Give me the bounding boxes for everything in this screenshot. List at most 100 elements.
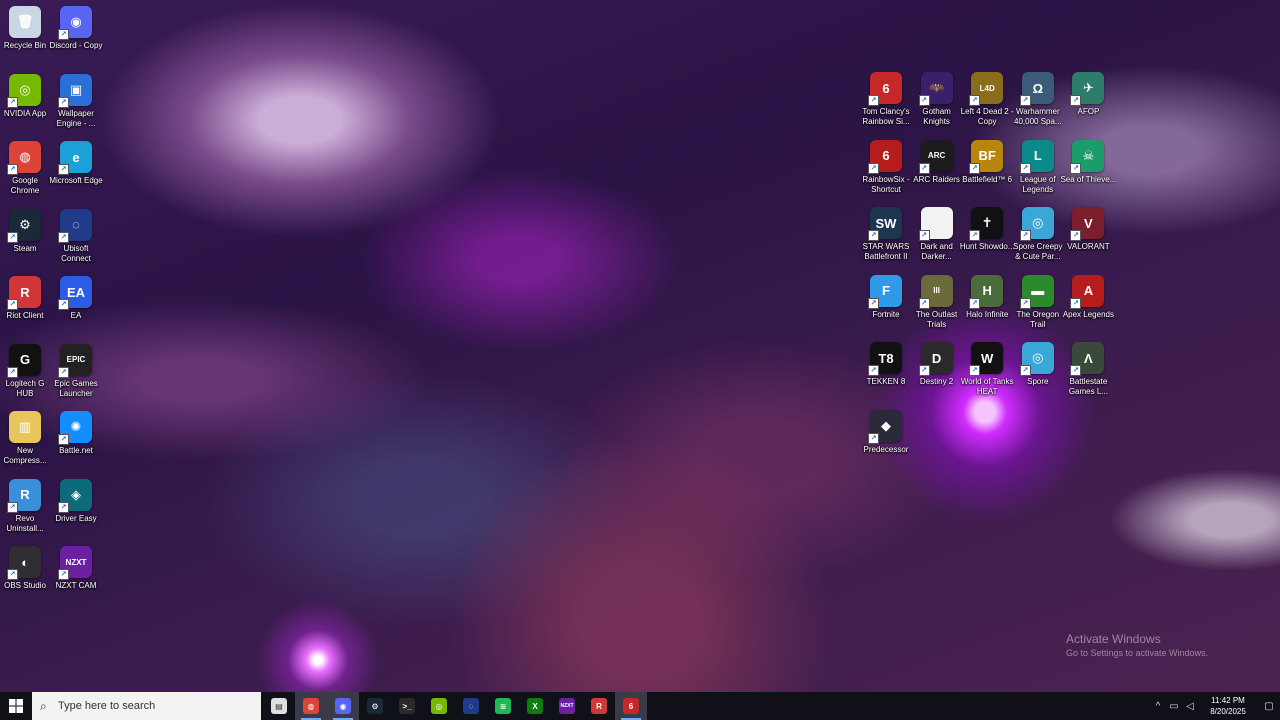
desktop-icon[interactable]: ◐ ↗ OBS Studio bbox=[0, 542, 50, 606]
desktop-icon[interactable]: EPIC ↗ Epic Games Launcher bbox=[51, 340, 101, 404]
taskbar-steam[interactable]: ⚙ bbox=[359, 692, 391, 720]
taskbar: ⌕ Type here to search ▤ ◍ ◉ ⚙ >_ ◎ ◌ ≋ X NZXT R 6 ^… bbox=[0, 692, 1280, 720]
desktop-icon[interactable]: ◉ ↗ Discord - Copy bbox=[49, 2, 103, 66]
desktop-icon[interactable]: 6 ↗ Tom Clancy's Rainbow Si... bbox=[861, 68, 911, 132]
afop-icon: ✈ ↗ bbox=[1070, 72, 1105, 106]
logitech-icon: G ↗ bbox=[7, 343, 41, 378]
taskbar-search-box[interactable]: ⌕ Type here to search bbox=[32, 692, 261, 720]
taskbar-nzxt[interactable]: NZXT bbox=[551, 692, 583, 720]
taskbar-spotify[interactable]: ≋ bbox=[487, 692, 519, 720]
icon-glyph: ▥ bbox=[18, 419, 32, 434]
desktop-icon[interactable]: V ↗ VALORANT bbox=[1063, 203, 1113, 267]
obs-icon: ◐ ↗ bbox=[7, 546, 41, 580]
shortcut-arrow-icon: ↗ bbox=[7, 164, 18, 175]
desktop-icon-label: AFOP bbox=[1077, 107, 1100, 116]
desktop-icon-label: Logitech G HUB bbox=[5, 378, 45, 398]
desktop-icon[interactable]: D ↗ Destiny 2 bbox=[912, 338, 962, 402]
desktop-icon-label: Wallpaper Engine - ... bbox=[56, 108, 96, 128]
desktop-icon[interactable]: ▥ New Compress... bbox=[0, 407, 50, 471]
taskbar-nvidia[interactable]: ◎ bbox=[423, 692, 455, 720]
desktop-icon[interactable]: Ω ↗ Warhammer 40,000 Spa... bbox=[1013, 68, 1063, 132]
icon-glyph: ◎ bbox=[19, 81, 31, 97]
desktop-icon[interactable]: ◎ ↗ Spore Creepy & Cute Par... bbox=[1013, 203, 1063, 267]
start-button[interactable] bbox=[0, 692, 32, 720]
desktop-icon[interactable]: ◎ ↗ Spore bbox=[1013, 338, 1063, 402]
desktop-icon[interactable]: 6 ↗ RainbowSix - Shortcut bbox=[861, 136, 911, 200]
desktop-icon-label: Predecessor bbox=[863, 444, 909, 454]
desktop-icon[interactable]: ◈ ↗ Driver Easy bbox=[51, 475, 101, 539]
sea-of-thieves-icon: ☠ ↗ bbox=[1070, 139, 1105, 174]
desktop-icon[interactable]: G ↗ Logitech G HUB bbox=[0, 340, 50, 404]
desktop-icon[interactable]: NZXT ↗ NZXT CAM bbox=[51, 542, 101, 606]
desktop-icon-label: Battlefield™ 6 bbox=[962, 174, 1013, 184]
taskbar-discord[interactable]: ◉ bbox=[327, 692, 359, 720]
shortcut-arrow-icon: ↗ bbox=[969, 95, 981, 106]
desktop-icon[interactable]: III ↗ The Outlast Trials bbox=[912, 271, 962, 335]
desktop-icon[interactable]: 🗑 Recycle Bin bbox=[0, 2, 50, 66]
desktop-icon[interactable]: ◆ ↗ Predecessor bbox=[861, 406, 911, 470]
desktop-icon[interactable]: L4D ↗ Left 4 Dead 2 - Copy bbox=[961, 68, 1014, 132]
desktop-icon[interactable]: ◎ ↗ NVIDIA App bbox=[0, 70, 50, 134]
desktop-icon-label: Riot Client bbox=[6, 311, 44, 320]
desktop-icon[interactable]: ▣ ↗ Wallpaper Engine - ... bbox=[51, 70, 101, 134]
desktop-icon-label: Discord - Copy bbox=[49, 41, 103, 50]
desktop-icon[interactable]: ✝ ↗ Hunt Showdo... bbox=[960, 203, 1015, 267]
desktop-icon-label: League of Legends bbox=[1020, 174, 1056, 194]
chevron-up-icon[interactable]: ^ bbox=[1150, 701, 1166, 712]
taskbar-riot[interactable]: R bbox=[583, 692, 615, 720]
taskbar-rainbow-six[interactable]: 6 bbox=[615, 692, 647, 720]
network-icon[interactable]: ▭ bbox=[1166, 701, 1182, 712]
shortcut-arrow-icon: ↗ bbox=[918, 297, 930, 309]
valorant-icon: V ↗ bbox=[1070, 207, 1105, 241]
desktop-icon[interactable]: ☠ ↗ Sea of Thieve... bbox=[1060, 136, 1116, 200]
desktop-icon[interactable]: ✺ ↗ Battle.net bbox=[51, 407, 101, 471]
world-of-tanks-icon: W ↗ bbox=[969, 342, 1004, 376]
taskbar-task-view[interactable]: ▤ bbox=[263, 692, 295, 720]
desktop-icon[interactable]: A ↗ Apex Legends bbox=[1063, 271, 1114, 335]
taskbar-file-explorer[interactable]: >_ bbox=[391, 692, 423, 720]
ea-icon: EA ↗ bbox=[58, 276, 92, 310]
desktop-icon[interactable]: ✈ ↗ AFOP bbox=[1063, 68, 1113, 132]
desktop-icon[interactable]: T8 ↗ TEKKEN 8 bbox=[861, 338, 911, 402]
desktop-icon[interactable]: 🦇 ↗ Gotham Knights bbox=[912, 68, 962, 132]
activate-windows-title: Activate Windows bbox=[1066, 632, 1161, 646]
desktop-icon-label: NVIDIA App bbox=[3, 108, 47, 118]
icon-glyph: L bbox=[1033, 148, 1042, 163]
desktop-icon[interactable]: Λ ↗ Battlestate Games L... bbox=[1063, 338, 1113, 402]
desktop-icon[interactable]: BF ↗ Battlefield™ 6 bbox=[962, 136, 1012, 200]
icon-glyph: D bbox=[931, 350, 942, 366]
shortcut-arrow-icon: ↗ bbox=[1019, 162, 1031, 174]
desktop-icon[interactable]: ↗ Dark and Darker... bbox=[912, 203, 962, 267]
icon-glyph: ◐ bbox=[21, 554, 29, 570]
desktop-icon[interactable]: ▬ ↗ The Oregon Trail bbox=[1013, 271, 1063, 335]
desktop-icon[interactable]: F ↗ Fortnite bbox=[861, 271, 911, 335]
desktop-icon[interactable]: e ↗ Microsoft Edge bbox=[49, 137, 103, 201]
hunt-showdown-icon: ✝ ↗ bbox=[969, 207, 1004, 241]
icon-glyph: Ω bbox=[1032, 80, 1044, 96]
battlestate-icon: Λ ↗ bbox=[1070, 342, 1105, 376]
icon-glyph: NZXT bbox=[65, 557, 87, 567]
desktop-icon[interactable]: ◍ ↗ Google Chrome bbox=[0, 137, 50, 201]
desktop-icon[interactable]: ⚙ ↗ Steam bbox=[0, 205, 50, 269]
desktop-icon[interactable]: SW ↗ STAR WARS Battlefront II bbox=[861, 203, 911, 267]
desktop-icon[interactable]: ARC ↗ ARC Raiders bbox=[912, 136, 962, 200]
desktop-icon[interactable]: L ↗ League of Legends bbox=[1013, 136, 1063, 200]
desktop-icon[interactable]: H ↗ Halo Infinite bbox=[962, 271, 1012, 335]
shortcut-arrow-icon: ↗ bbox=[7, 366, 18, 378]
edge-icon: e ↗ bbox=[58, 141, 92, 175]
volume-icon[interactable]: ◁ bbox=[1182, 701, 1198, 712]
taskbar-ubisoft[interactable]: ◌ bbox=[455, 692, 487, 720]
desktop-icon-label: NZXT CAM bbox=[55, 581, 97, 590]
desktop-icon[interactable]: ◌ ↗ Ubisoft Connect bbox=[51, 205, 101, 269]
taskbar-clock[interactable]: 11:42 PM 8/20/2025 bbox=[1202, 695, 1254, 717]
shortcut-arrow-icon: ↗ bbox=[1070, 365, 1082, 376]
desktop-icon-label: Ubisoft Connect bbox=[61, 243, 91, 263]
desktop-icon[interactable]: EA ↗ EA bbox=[51, 272, 101, 336]
desktop-icon[interactable]: W ↗ World of Tanks HEAT bbox=[961, 338, 1014, 402]
taskbar-chrome[interactable]: ◍ bbox=[295, 692, 327, 720]
desktop-icon[interactable]: R ↗ Riot Client bbox=[0, 272, 50, 336]
desktop-icon[interactable]: R ↗ Revo Uninstall... bbox=[0, 475, 50, 539]
taskbar-xbox[interactable]: X bbox=[519, 692, 551, 720]
shortcut-arrow-icon: ↗ bbox=[1070, 297, 1082, 309]
notification-icon[interactable]: ▢ bbox=[1258, 701, 1280, 712]
